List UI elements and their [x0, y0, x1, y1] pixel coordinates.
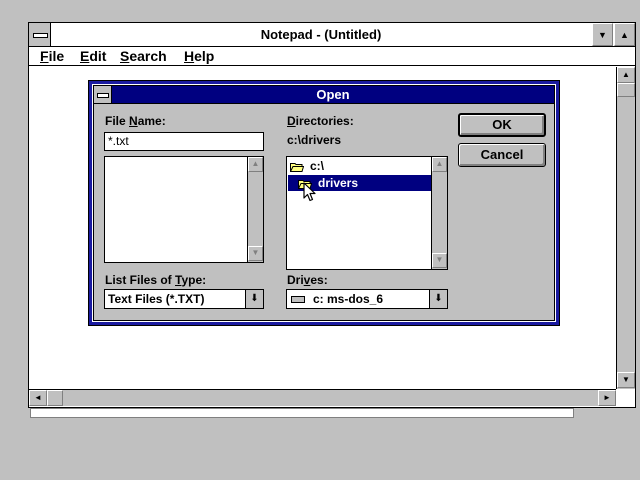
directories-label: Directories: — [287, 114, 354, 128]
arrow-up-icon: ▲ — [622, 70, 630, 79]
background-window-edge — [30, 408, 574, 418]
scroll-down-button[interactable]: ▼ — [617, 372, 635, 388]
maximize-icon: ▲ — [620, 30, 629, 40]
file-name-input[interactable]: *.txt — [104, 132, 264, 151]
drives-label: Drives: — [287, 273, 328, 287]
open-dialog-title-bar[interactable]: Open — [94, 86, 554, 104]
combo-dropdown-icon[interactable]: ⬇ — [245, 290, 263, 308]
open-dialog-body: Open File Name: *.txt ▲ ▼ List Files of … — [93, 85, 555, 321]
system-menu-icon — [33, 33, 48, 38]
ok-button[interactable]: OK — [458, 113, 546, 137]
open-folder-icon — [290, 162, 304, 172]
file-list[interactable]: ▲ ▼ — [104, 156, 264, 263]
directory-scroll-up[interactable]: ▲ — [432, 157, 447, 172]
arrow-down-icon: ▼ — [435, 255, 444, 264]
current-directory: c:\drivers — [287, 133, 342, 147]
menu-help[interactable]: Help — [184, 47, 214, 66]
scroll-right-button[interactable]: ► — [598, 390, 616, 406]
directory-list[interactable]: c:\ drivers ▲ ▼ — [286, 156, 448, 270]
combo-dropdown-icon[interactable]: ⬇ — [429, 290, 447, 308]
drive-value: c: ms-dos_6 — [313, 292, 384, 306]
list-type-combo[interactable]: Text Files (*.TXT) ⬇ — [104, 289, 264, 309]
cancel-button[interactable]: Cancel — [458, 143, 546, 167]
arrow-up-icon: ▲ — [435, 159, 444, 168]
vertical-scroll-thumb[interactable] — [617, 83, 635, 97]
vertical-scrollbar[interactable]: ▲ ▼ — [616, 67, 635, 389]
notepad-title-bar[interactable]: Notepad - (Untitled) ▼ ▲ — [29, 23, 635, 47]
minimize-icon: ▼ — [598, 30, 607, 40]
notepad-system-menu-button[interactable] — [29, 23, 51, 46]
open-dialog: Open File Name: *.txt ▲ ▼ List Files of … — [88, 80, 560, 326]
horizontal-scrollbar[interactable]: ◄ ► — [29, 389, 616, 406]
list-type-value: Text Files (*.TXT) — [108, 292, 205, 306]
menu-search[interactable]: Search — [120, 47, 167, 66]
directory-scroll-down[interactable]: ▼ — [432, 253, 447, 268]
scroll-left-button[interactable]: ◄ — [29, 390, 47, 406]
hard-drive-icon — [291, 296, 305, 303]
arrow-down-icon: ▼ — [251, 248, 260, 257]
dialog-system-menu-button[interactable] — [94, 86, 112, 103]
directory-list-scrollbar[interactable]: ▲ ▼ — [431, 157, 447, 269]
file-list-scroll-up[interactable]: ▲ — [248, 157, 263, 172]
arrow-up-icon: ▲ — [251, 159, 260, 168]
arrow-left-icon: ◄ — [34, 393, 42, 402]
menu-edit[interactable]: Edit — [80, 47, 106, 66]
system-menu-icon — [97, 93, 109, 98]
file-list-scroll-down[interactable]: ▼ — [248, 246, 263, 261]
list-type-label: List Files of Type: — [105, 273, 207, 287]
file-list-scrollbar[interactable]: ▲ ▼ — [247, 157, 263, 262]
scroll-up-button[interactable]: ▲ — [617, 67, 635, 83]
file-name-label: File Name: — [105, 114, 166, 128]
arrow-right-icon: ► — [603, 393, 611, 402]
arrow-down-icon: ▼ — [622, 375, 630, 384]
minimize-button[interactable]: ▼ — [592, 23, 613, 46]
directory-item-root[interactable]: c:\ — [290, 158, 324, 174]
drives-combo[interactable]: c: ms-dos_6 ⬇ — [286, 289, 448, 309]
notepad-title: Notepad - (Untitled) — [260, 27, 382, 42]
notepad-menu-bar: File Edit Search Help — [29, 47, 635, 66]
menu-file[interactable]: File — [40, 47, 64, 66]
horizontal-scroll-thumb[interactable] — [47, 390, 63, 406]
maximize-button[interactable]: ▲ — [614, 23, 635, 46]
dialog-title: Open — [316, 87, 350, 102]
mouse-cursor-icon — [303, 182, 316, 202]
